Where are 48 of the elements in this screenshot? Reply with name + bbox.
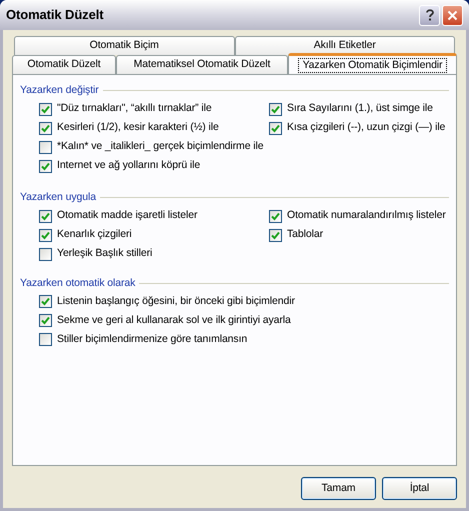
- help-button[interactable]: [419, 4, 440, 26]
- checkbox-label: *Kalın* ve _italikleri_ gerçek biçimlendirme ile: [57, 139, 264, 154]
- question-mark-icon: [426, 9, 434, 21]
- tab[interactable]: Akıllı Etiketler: [234, 36, 455, 55]
- tab[interactable]: Otomatik Düzelt: [12, 55, 116, 74]
- checkbox-label: Otomatik numaralandırılmış listeler: [287, 208, 446, 224]
- dialog-button[interactable]: İptal: [382, 477, 457, 500]
- checkbox[interactable]: [39, 228, 52, 242]
- checkbox[interactable]: [269, 122, 282, 135]
- tab[interactable]: Matematiksel Otomatik Düzelt: [116, 55, 288, 74]
- checkbox[interactable]: [39, 140, 52, 154]
- tab[interactable]: Yazarken Otomatik Biçimlendir: [288, 53, 457, 74]
- checkbox[interactable]: [39, 102, 52, 116]
- checkbox-label: Kenarlık çizgileri: [57, 227, 132, 242]
- checkbox[interactable]: [39, 295, 52, 308]
- group-title: Yazarken değiştir: [20, 83, 99, 98]
- checkbox[interactable]: [269, 210, 282, 222]
- checkbox[interactable]: [39, 210, 52, 222]
- checkbox-label: Kısa çizgileri (--), uzun çizgi (—) ile: [287, 120, 446, 136]
- dialog-button[interactable]: Tamam: [301, 477, 376, 500]
- checkbox-label: Yerleşik Başlık stilleri: [57, 246, 152, 262]
- check-icon: [41, 230, 50, 240]
- checkbox[interactable]: [39, 314, 52, 328]
- checkbox[interactable]: [269, 228, 282, 242]
- tab[interactable]: Otomatik Biçim: [14, 36, 234, 55]
- group-title: Yazarken uygula: [20, 190, 96, 205]
- check-icon: [271, 212, 280, 220]
- checkbox[interactable]: [39, 160, 52, 173]
- window-title: Otomatik Düzelt: [6, 6, 104, 24]
- checkbox-label: Tablolar: [287, 227, 323, 242]
- checkbox-label: Stiller biçimlendirmenize göre tanımlansın: [57, 332, 248, 347]
- checkbox[interactable]: [39, 122, 52, 135]
- checkbox-label: Sıra Sayılarını (1.), üst simge ile: [287, 101, 433, 116]
- checkbox-label: Sekme ve geri al kullanarak sol ve ilk girintiyi ayarla: [57, 312, 291, 328]
- check-icon: [41, 162, 50, 171]
- checkbox[interactable]: [39, 333, 52, 346]
- group-title: Yazarken otomatik olarak: [20, 276, 136, 290]
- checkbox-label: Internet ve ağ yollarını köprü ile: [57, 158, 200, 174]
- checkbox[interactable]: [39, 248, 52, 260]
- checkbox-label: Otomatik madde işaretli listeler: [57, 208, 198, 224]
- close-icon: [447, 10, 458, 20]
- check-icon: [271, 230, 280, 240]
- checkbox[interactable]: [269, 102, 282, 116]
- check-icon: [41, 212, 50, 220]
- checkbox-label: "Düz tırnakları", “akıllı tırnaklar” ile: [57, 101, 212, 116]
- checkbox-label: Listenin başlangıç öğesini, bir önceki gibi biçimlendir: [57, 294, 295, 309]
- close-button[interactable]: [442, 4, 463, 26]
- checkbox-label: Kesirleri (1/2), kesir karakteri (½) ile: [57, 120, 219, 136]
